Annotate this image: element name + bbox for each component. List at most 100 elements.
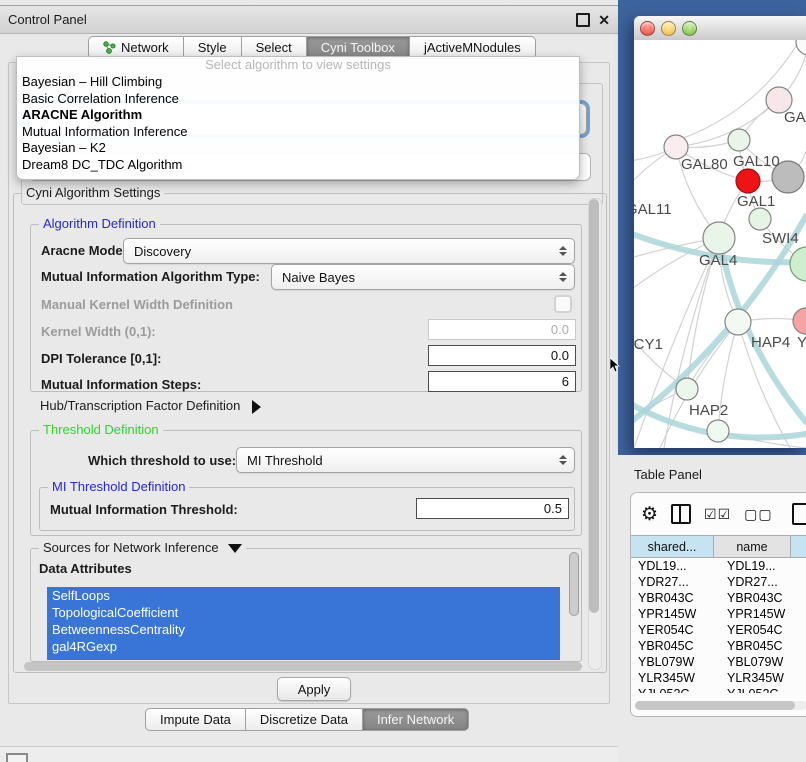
algorithm-option-dream8-dc-tdc-algorithm[interactable]: Dream8 DC_TDC Algorithm [17,157,579,174]
tab-discretize-data[interactable]: Discretize Data [246,708,363,731]
threshold-definition-group: Threshold Definition Which threshold to … [30,430,582,536]
table-row[interactable]: YDR27...YDR27...12 [631,574,806,590]
table-row[interactable]: YLR345WYLR345W9. [631,670,806,686]
algorithm-option-basic-correlation-inference[interactable]: Basic Correlation Inference [17,91,579,108]
close-traffic-light-icon[interactable] [640,21,655,36]
column-header-shared[interactable]: shared... [631,536,714,557]
attributes-scrollbar-thumb[interactable] [569,552,579,616]
attribute-item-selfloops[interactable]: SelfLoops [47,587,560,604]
algorithm-definition-group: Algorithm Definition Aracne Mode: Discov… [30,224,582,392]
network-node-y[interactable] [793,308,806,334]
control-panel-window: Control Panel ✕ NetworkStyleSelectCyni T… [0,0,618,746]
window-buttons: ✕ [576,6,610,33]
app-root: Control Panel ✕ NetworkStyleSelectCyni T… [0,0,806,762]
data-attributes-list[interactable]: SelfLoopsTopologicalCoefficientBetweenne… [47,587,560,660]
aracne-mode-label: Aracne Mode: [41,243,127,258]
network-node-gal1[interactable] [736,169,760,193]
network-node[interactable] [796,40,806,55]
network-node-gal10[interactable] [728,129,750,151]
table-cell: YDL19... [631,558,720,574]
algorithm-option-bayesian-hill-climbing[interactable]: Bayesian – Hill Climbing [17,74,579,91]
which-threshold-combobox[interactable]: MI Threshold [236,447,575,473]
table-cell: YPR145W [631,606,720,622]
algorithm-option-aracne-algorithm[interactable]: ARACNE Algorithm [17,107,579,124]
minimized-panel-icon[interactable] [6,753,28,762]
data-attributes-label: Data Attributes [39,561,132,576]
gear-icon[interactable]: ⚙ [641,505,658,524]
mi-threshold-group: MI Threshold Definition Mutual Informati… [39,487,575,531]
algorithm-list: Bayesian – Hill ClimbingBasic Correlatio… [17,74,579,174]
network-node[interactable] [790,247,806,281]
bottom-tab-bar: Impute Data Discretize DataInfer Network [145,708,469,731]
mi-type-combobox[interactable]: Naive Bayes [271,264,575,290]
mi-steps-field[interactable]: 6 [428,371,576,392]
sources-title-label: Sources for Network Inference [43,540,219,555]
network-node[interactable] [707,420,729,442]
algorithm-option-bayesian-k2[interactable]: Bayesian – K2 [17,140,579,157]
tab-label: Style [198,40,227,55]
network-view-window: GALGAL80GAL10GAL1GAL11SWI4GAL4HAP4YGCY1H… [634,16,806,448]
tab-label: Network [121,40,169,55]
network-node-label: GAL [784,109,806,126]
column-header-col2[interactable] [791,536,806,557]
tab-label: Impute Data [160,712,231,727]
close-icon[interactable]: ✕ [598,13,610,27]
dpi-tolerance-label: DPI Tolerance [0,1]: [41,351,161,366]
tab-infer-network[interactable]: Infer Network [363,708,469,731]
table-row[interactable]: YDL19...YDL19...13 [631,558,806,574]
table-cell: YJL052C [631,686,720,693]
window-title: Control Panel [8,12,87,27]
algorithm-option-mutual-information-inference[interactable]: Mutual Information Inference [17,124,579,141]
settings-vscrollbar-thumb[interactable] [589,199,599,613]
table-rows: YDL19...YDL19...13YDR27...YDR27...12YBR0… [631,558,806,693]
table-row[interactable]: YJL052CYJL052C9. [631,686,806,693]
tab-label: Cyni Toolbox [321,40,395,55]
network-node-hap2[interactable] [676,378,698,400]
stepper-arrows-icon [559,448,567,472]
aracne-mode-combobox[interactable]: Discovery [123,238,575,264]
table-hscrollbar-thumb[interactable] [635,701,795,710]
table-row[interactable]: YBR045CYBR045C9. [631,638,806,654]
column-header-name[interactable]: name [714,536,791,557]
float-window-icon[interactable] [576,13,590,27]
mi-steps-label: Mutual Information Steps: [41,377,201,392]
network-node-hap4[interactable] [725,309,751,335]
network-node-label: GAL4 [699,252,737,269]
network-canvas[interactable]: GALGAL80GAL10GAL1GAL11SWI4GAL4HAP4YGCY1H… [634,40,806,448]
table-row[interactable]: YPR145WYPR145W9. [631,606,806,622]
table-hscrollbar-track[interactable] [635,701,806,710]
settings-hscrollbar-thumb[interactable] [24,662,582,671]
mouse-cursor [609,358,621,374]
hub-definition-expander[interactable]: Hub/Transcription Factor Definition [40,398,261,414]
split-columns-icon[interactable] [671,504,691,524]
zoom-traffic-light-icon[interactable] [682,21,697,36]
manual-kernel-checkbox[interactable] [554,295,572,313]
aracne-mode-value: Discovery [134,244,191,259]
network-node-gal4[interactable] [703,222,735,254]
select-all-checkboxes-icon[interactable]: ☑☑ [704,506,731,523]
table-row[interactable]: YER054CYER054C8. [631,622,806,638]
minimize-traffic-light-icon[interactable] [661,21,676,36]
dpi-tolerance-field[interactable]: 0.0 [428,345,576,366]
tab-impute-data[interactable]: Impute Data [145,708,246,731]
table-row[interactable]: YBR043CYBR043C [631,590,806,606]
sources-title[interactable]: Sources for Network Inference [39,540,246,555]
attribute-item-gal4rgexp[interactable]: gal4RGexp [47,638,560,655]
table-grid: shared...name YDL19...YDL19...13YDR27...… [631,535,806,693]
control-panel-titlebar[interactable]: Control Panel ✕ [0,5,618,34]
network-node-swi4[interactable] [749,208,771,230]
apply-button[interactable]: Apply [277,677,351,701]
attribute-item-topologicalcoefficient[interactable]: TopologicalCoefficient [47,604,560,621]
table-header-row: shared...name [631,535,806,558]
mi-threshold-field[interactable]: 0.5 [416,498,569,519]
kernel-width-field[interactable]: 0.0 [428,319,576,340]
mi-threshold-label: Mutual Information Threshold: [50,502,238,517]
table-row[interactable]: YBL079WYBL079W [631,654,806,670]
deselect-all-checkboxes-icon[interactable]: ▢▢ [744,506,772,523]
export-table-icon[interactable] [792,503,806,525]
attribute-item-betweennesscentrality[interactable]: BetweennessCentrality [47,621,560,638]
network-node-label: Y [797,334,806,351]
which-threshold-label: Which threshold to use: [88,453,236,468]
network-window-titlebar[interactable] [634,16,806,41]
manual-kernel-label: Manual Kernel Width Definition [41,297,233,312]
